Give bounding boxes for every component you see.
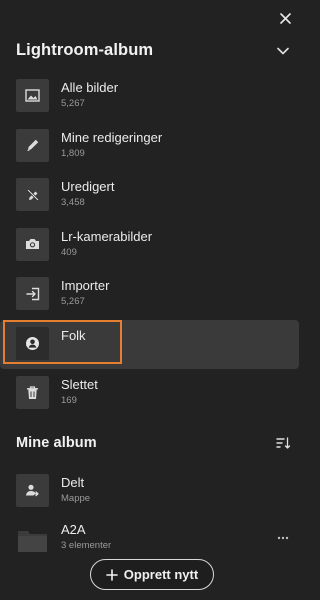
album-count: 5,267 [61, 98, 85, 109]
album-row-folk[interactable]: Folk [0, 319, 299, 369]
section-title-mine-album: Mine album [16, 435, 97, 451]
lightroom-albums-panel: Lightroom-album Alle bilder 5,267 Mine r… [0, 0, 303, 600]
camera-icon [16, 227, 49, 261]
more-icon [277, 536, 289, 540]
album-label: Folk [61, 327, 86, 343]
album-count: 3,458 [61, 197, 85, 208]
album-count: 169 [61, 395, 77, 406]
album-row-importer[interactable]: Importer 5,267 [0, 270, 303, 320]
shared-folder-icon [16, 474, 49, 507]
album-label: Lr-kamerabilder [61, 228, 153, 244]
album-label: Alle bilder [61, 80, 119, 95]
lightroom-album-list: Alle bilder 5,267 Mine redigeringer 1,80… [0, 72, 303, 419]
album-row-a2a[interactable]: A2A 3 elementer [0, 515, 303, 564]
image-icon [16, 79, 49, 112]
pen-off-icon [16, 178, 49, 211]
pencil-icon [16, 128, 49, 162]
chevron-down-icon[interactable] [275, 43, 291, 59]
album-row-slettet[interactable]: Slettet 169 [0, 369, 303, 419]
album-label: Slettet [61, 377, 98, 392]
create-new-label: Opprett nytt [123, 567, 199, 582]
mine-album-header: Mine album [16, 435, 291, 451]
album-count: 5,267 [61, 296, 85, 307]
album-label: Uredigert [61, 179, 115, 194]
close-icon [279, 12, 291, 24]
folder-icon [16, 523, 49, 556]
create-new-button[interactable]: Opprett nytt [90, 559, 214, 590]
album-count: 409 [61, 246, 77, 258]
trash-icon [16, 376, 49, 409]
my-album-list: Delt Mappe A2A 3 elementer [0, 466, 303, 564]
album-label: Delt [61, 475, 85, 490]
album-count: 1,809 [61, 147, 85, 159]
album-label: A2A [61, 522, 86, 537]
album-row-delt[interactable]: Delt Mappe [0, 466, 303, 515]
album-row-mine-redigeringer[interactable]: Mine redigeringer 1,809 [0, 122, 303, 172]
person-icon [16, 326, 49, 360]
section-title-lightroom: Lightroom-album [16, 41, 154, 59]
album-row-alle-bilder[interactable]: Alle bilder 5,267 [0, 72, 303, 122]
lightroom-album-header[interactable]: Lightroom-album [16, 41, 291, 60]
album-subtitle: 3 elementer [61, 540, 112, 551]
album-row-uredigert[interactable]: Uredigert 3,458 [0, 171, 303, 221]
plus-icon [105, 568, 118, 581]
album-label: Mine redigeringer [61, 129, 163, 145]
album-row-lr-kamerabilder[interactable]: Lr-kamerabilder 409 [0, 221, 303, 271]
album-subtitle: Mappe [61, 493, 91, 504]
sort-icon[interactable] [275, 435, 291, 451]
more-options-button[interactable] [275, 531, 291, 545]
album-label: Importer [61, 278, 110, 293]
import-icon [16, 277, 49, 310]
close-button[interactable] [276, 9, 294, 27]
